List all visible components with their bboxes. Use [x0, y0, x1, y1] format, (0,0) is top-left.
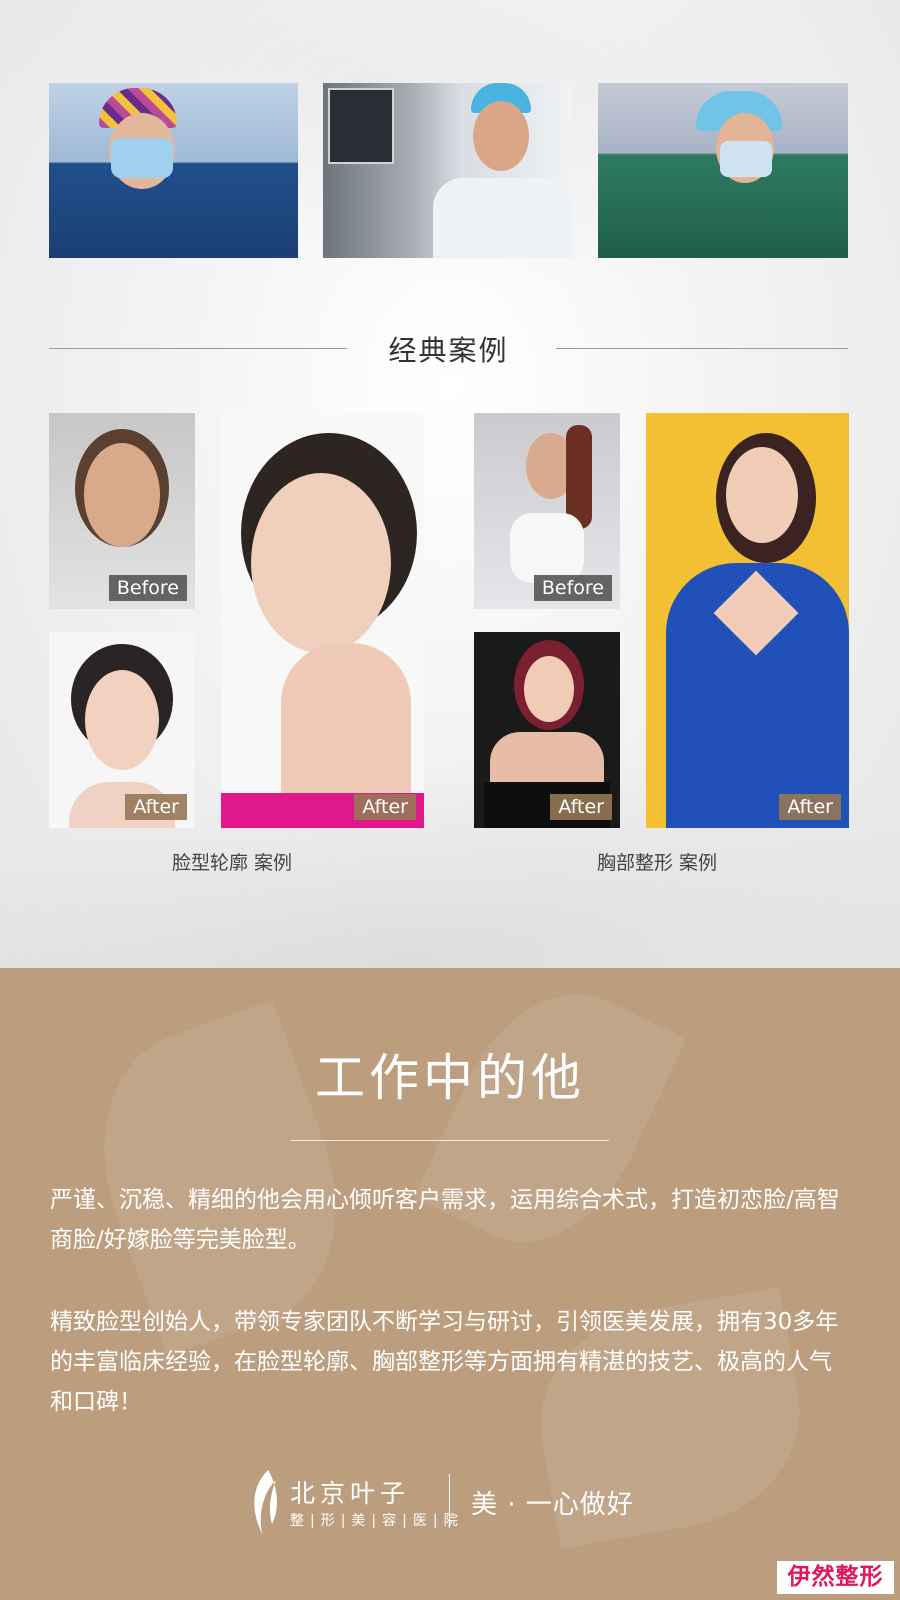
face-after-photo: After — [49, 632, 195, 828]
work-section: 工作中的他 严谨、沉稳、精细的他会用心倾听客户需求，运用综合术式，打造初恋脸/高… — [0, 968, 900, 1600]
face-before-photo: Before — [49, 413, 195, 609]
divider-right — [556, 348, 848, 349]
breast-after-photo: After — [474, 632, 620, 828]
section-header: 经典案例 — [49, 315, 848, 385]
before-label-2: Before — [533, 575, 612, 601]
after-label-2: After — [354, 794, 416, 820]
doctor-photo-3 — [598, 83, 848, 258]
slogan: 美 · 一心做好 — [471, 1490, 634, 1520]
work-title: 工作中的他 — [315, 1049, 585, 1107]
logo-separator — [449, 1474, 450, 1528]
before-label: Before — [108, 575, 187, 601]
breast-after-large-photo: After — [646, 413, 849, 828]
after-label-4: After — [779, 794, 841, 820]
paragraph-2: 精致脸型创始人，带领专家团队不断学习与研讨，引领医美发展，拥有30多年的丰富临床… — [50, 1309, 839, 1415]
breast-before-photo: Before — [474, 413, 620, 609]
title-underline — [291, 1140, 609, 1141]
logo-name: 北京叶子 — [290, 1479, 411, 1508]
after-label: After — [125, 794, 187, 820]
case-breast-caption: 胸部整形 案例 — [597, 852, 718, 874]
hospital-logo: 北京叶子 整|形|美|容|医|院 美 · 一心做好 — [0, 1468, 900, 1538]
leaf-logo-icon — [254, 1470, 277, 1534]
after-label-3: After — [550, 794, 612, 820]
doctor-photo-2 — [323, 83, 572, 258]
top-section: 经典案例 Before After After 脸型轮廓 案例 Before A… — [0, 0, 900, 968]
logo-subtitle: 整|形|美|容|医|院 — [290, 1513, 464, 1529]
doctor-photo-1 — [49, 83, 298, 258]
watermark-badge: 伊然整形 — [777, 1561, 894, 1594]
case-face-caption: 脸型轮廓 案例 — [172, 852, 293, 874]
paragraph-1: 严谨、沉稳、精细的他会用心倾听客户需求，运用综合术式，打造初恋脸/高智商脸/好嫁… — [50, 1187, 840, 1253]
section-title: 经典案例 — [388, 334, 509, 367]
face-after-large-photo: After — [221, 413, 424, 828]
